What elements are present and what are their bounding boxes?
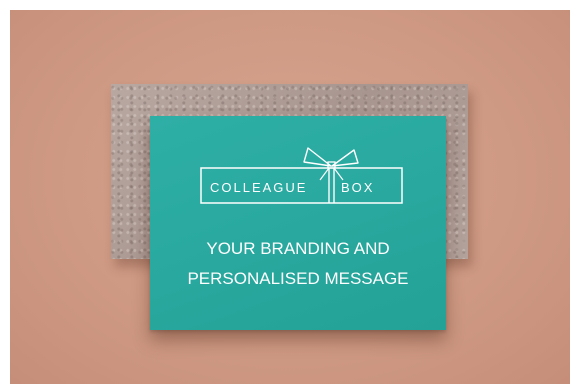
brand-word-box: BOX <box>341 180 375 195</box>
message-line-1: YOUR BRANDING AND <box>206 239 390 258</box>
colleague-box-logo: COLLEAGUE BOX <box>200 140 403 206</box>
ribbon-bow-icon <box>200 147 403 204</box>
photo-scene: COLLEAGUE BOX YOUR BRANDING AND PERSONAL… <box>10 10 570 384</box>
message-line-2: PERSONALISED MESSAGE <box>187 269 409 288</box>
brand-word-colleague: COLLEAGUE <box>210 180 308 195</box>
greeting-card: COLLEAGUE BOX YOUR BRANDING AND PERSONAL… <box>150 116 446 330</box>
